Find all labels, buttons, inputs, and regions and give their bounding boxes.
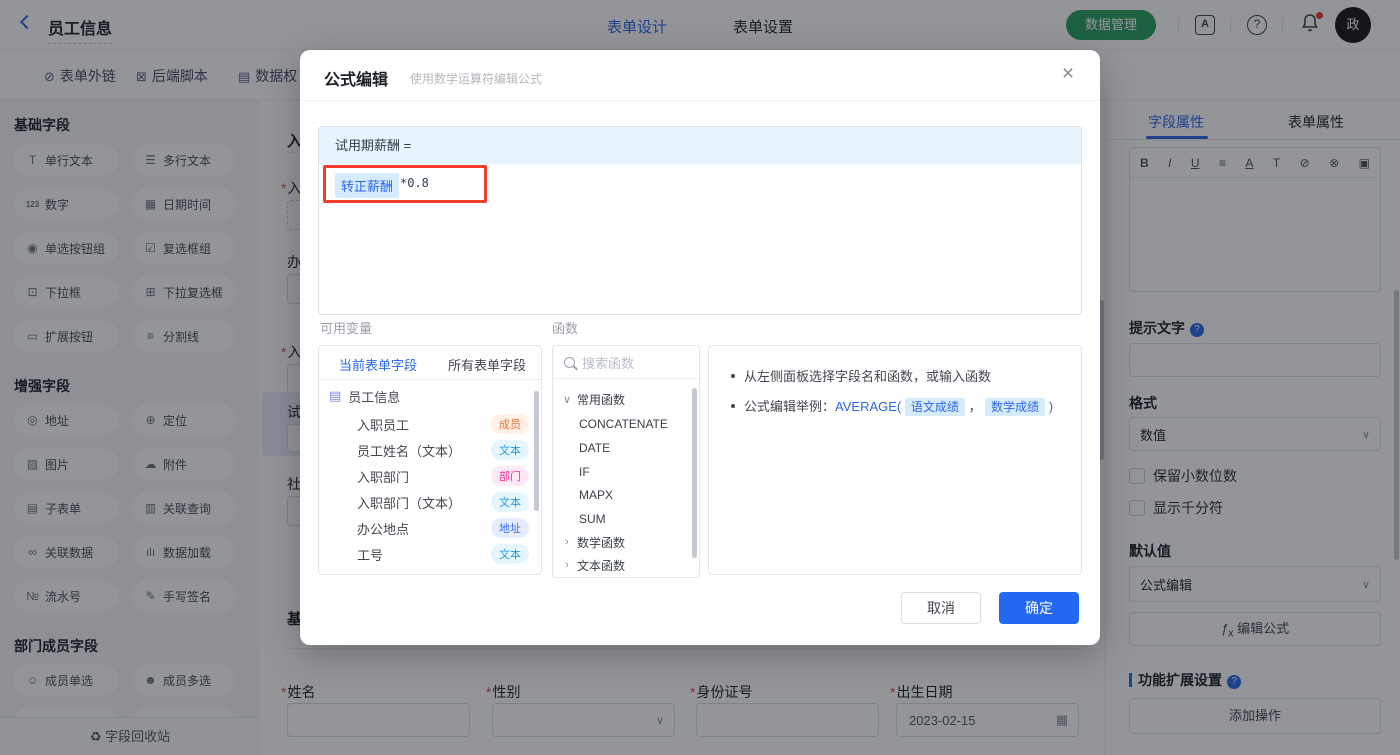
search-placeholder: 搜索函数 — [582, 355, 635, 371]
tab-all-form-fields[interactable]: 所有表单字段 — [448, 355, 526, 374]
variable-item[interactable]: 入职部门（文本） 文本 — [319, 489, 541, 515]
type-badge: 文本 — [491, 492, 529, 512]
variable-item[interactable]: 入职部门 部门 — [319, 463, 541, 489]
type-badge: 部门 — [491, 466, 529, 486]
form-doc-icon: ▤ — [329, 388, 342, 403]
functions-label: 函数 — [552, 321, 579, 336]
type-badge: 地址 — [491, 518, 529, 538]
modal-title: 公式编辑 — [324, 72, 389, 89]
bullet — [731, 404, 735, 408]
caret-down-icon: ∨ — [562, 393, 572, 406]
caret-right-icon: › — [565, 559, 569, 571]
type-badge: 文本 — [491, 544, 529, 564]
function-group-math[interactable]: › 数学函数 — [553, 530, 699, 554]
cancel-button[interactable]: 取消 — [901, 592, 981, 624]
variable-item[interactable]: 员工姓名（文本） 文本 — [319, 437, 541, 463]
tip-line-1: 从左侧面板选择字段名和函数，或输入函数 — [731, 366, 991, 385]
example-chip: 语文成绩 — [904, 398, 965, 416]
formula-target: 试用期薪酬 = — [319, 127, 1081, 164]
modal-subtitle: 使用数学运算符编辑公式 — [410, 72, 543, 86]
functions-scrollbar[interactable] — [692, 388, 697, 558]
type-badge: 成员 — [491, 414, 529, 434]
tip-line-2: 公式编辑举例：AVERAGE( 语文成绩 ， 数学成绩 ) — [731, 396, 1053, 416]
formula-editor-modal: 公式编辑 使用数学运算符编辑公式 × 试用期薪酬 = 转正薪酬 *0.8 可用变… — [300, 50, 1100, 645]
variable-item[interactable]: 办公地点 地址 — [319, 515, 541, 541]
variables-label: 可用变量 — [320, 321, 373, 336]
functions-panel: 搜索函数 ∨ 常用函数 CONCATENATE DATE IF MAPX SUM … — [552, 345, 700, 578]
divider — [319, 379, 541, 380]
function-search[interactable]: 搜索函数 — [553, 346, 699, 379]
bullet — [731, 374, 735, 378]
tips-panel: 从左侧面板选择字段名和函数，或输入函数 公式编辑举例：AVERAGE( 语文成绩… — [708, 345, 1082, 575]
variable-item[interactable]: 工号 文本 — [319, 541, 541, 567]
divider — [300, 100, 1100, 101]
function-group-common[interactable]: ∨ 常用函数 — [553, 387, 699, 411]
variable-item[interactable]: 入职员工 成员 — [319, 411, 541, 437]
variables-panel: 当前表单字段 所有表单字段 ▤ 员工信息 入职员工 成员 员工姓名（文本） 文本 入职… — [318, 345, 542, 575]
example-chip: 数学成绩 — [985, 398, 1046, 416]
function-group-text[interactable]: › 文本函数 — [553, 553, 699, 577]
function-item[interactable]: MAPX — [553, 483, 699, 507]
function-item[interactable]: DATE — [553, 436, 699, 460]
function-item[interactable]: CONCATENATE — [553, 412, 699, 436]
variables-scrollbar[interactable] — [534, 391, 539, 511]
function-item[interactable]: SUM — [553, 507, 699, 531]
confirm-button[interactable]: 确定 — [999, 592, 1079, 624]
caret-right-icon: › — [565, 536, 569, 548]
tab-current-form-fields[interactable]: 当前表单字段 — [339, 355, 417, 374]
variable-tree-root[interactable]: ▤ 员工信息 — [319, 383, 541, 409]
formula-input-area[interactable]: 试用期薪酬 = 转正薪酬 *0.8 — [318, 126, 1082, 315]
type-badge: 文本 — [491, 440, 529, 460]
function-item[interactable]: IF — [553, 460, 699, 484]
close-icon[interactable]: × — [1056, 62, 1080, 86]
annotation-red-box — [323, 165, 487, 203]
search-icon — [564, 356, 575, 368]
